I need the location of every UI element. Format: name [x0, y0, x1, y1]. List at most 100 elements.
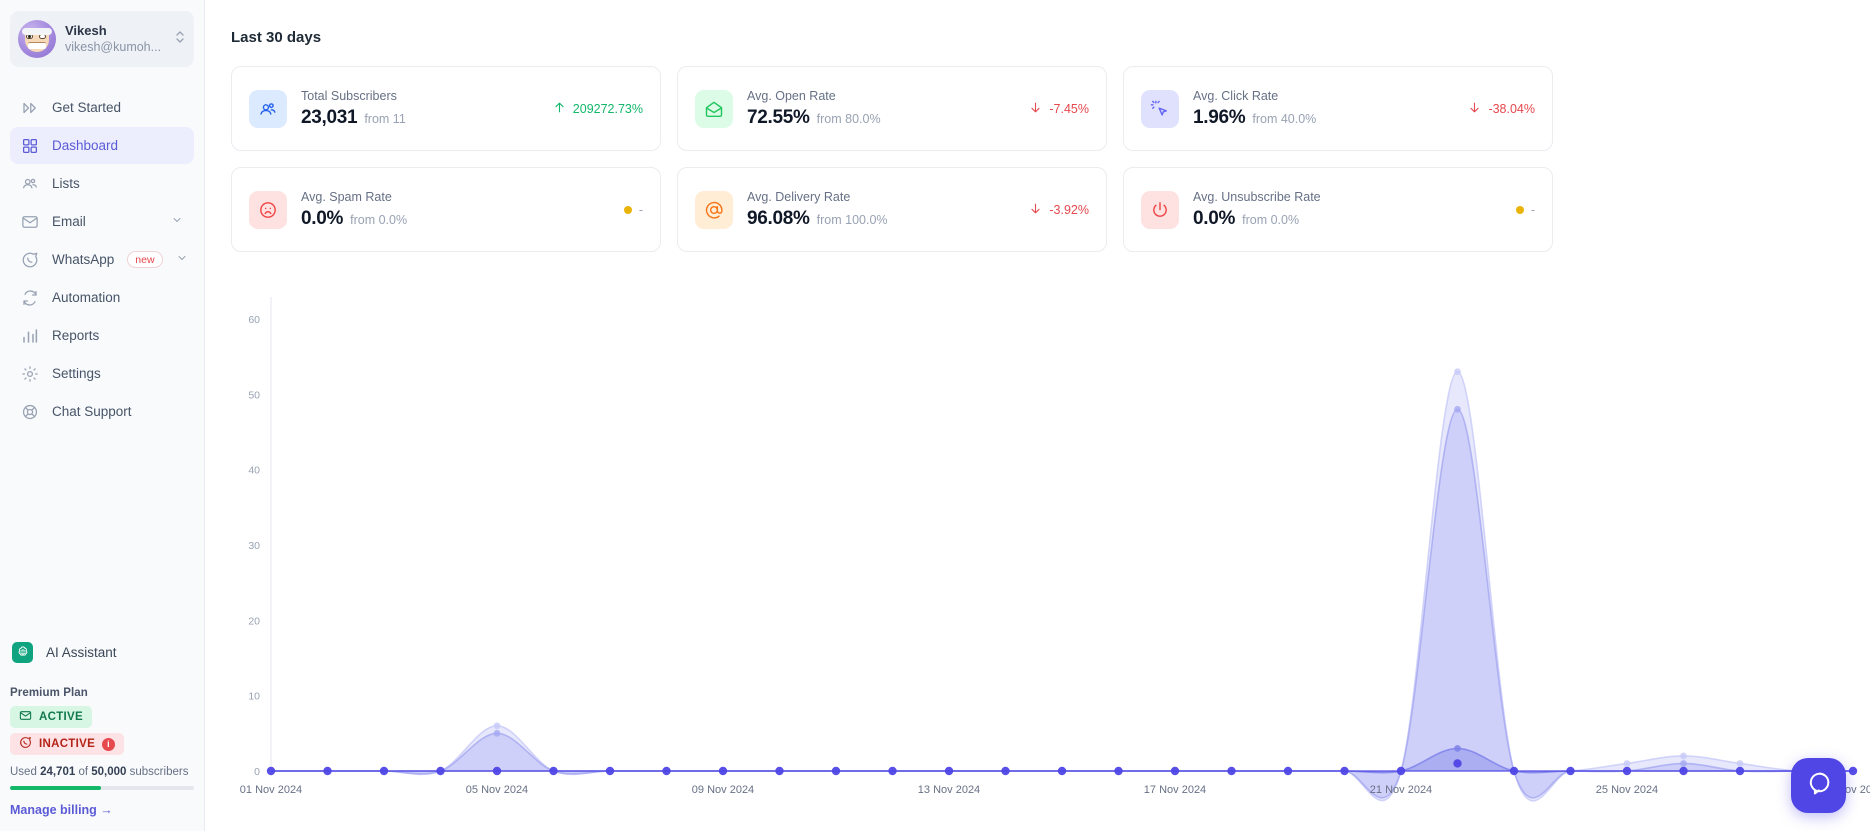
- stat-card-delta: 209272.73%: [553, 100, 643, 118]
- stat-card-delta: -3.92%: [1029, 201, 1089, 219]
- envelope-icon: [21, 213, 39, 231]
- user-profile-switcher[interactable]: Vikesh vikesh@kumoh...: [10, 11, 194, 67]
- chevron-down-icon[interactable]: [171, 214, 183, 229]
- profile-name: Vikesh: [65, 23, 107, 38]
- main-content: Last 30 days Total Subscribers 23,031 from…: [205, 0, 1870, 831]
- svg-text:17 Nov 2024: 17 Nov 2024: [1144, 784, 1206, 796]
- sidebar-item-settings[interactable]: Settings: [10, 355, 194, 392]
- chevron-up-down-icon: [174, 29, 186, 50]
- neutral-dot-icon: [1515, 205, 1524, 214]
- chat-support-button[interactable]: [1791, 758, 1846, 813]
- stat-cards-grid: Total Subscribers 23,031 from 11 209272.73%…: [205, 46, 1870, 252]
- stat-card-label: Avg. Open Rate: [747, 88, 836, 103]
- stat-card-delta-value: -7.45%: [1049, 101, 1089, 116]
- stat-card-value: 72.55%: [747, 106, 810, 128]
- manage-billing-link[interactable]: Manage billing →: [10, 803, 194, 817]
- bar-chart-icon: [21, 327, 39, 345]
- arrow-up-icon: [553, 100, 566, 118]
- chat-bubble-icon: [1805, 769, 1833, 802]
- sidebar-item-chat-support[interactable]: Chat Support: [10, 393, 194, 430]
- sidebar-item-label: Lists: [52, 176, 80, 191]
- stat-card-delta: -: [623, 203, 643, 217]
- status-badge-whatsapp: INACTIVE i: [10, 733, 194, 760]
- sidebar-item-dashboard[interactable]: Dashboard: [10, 127, 194, 164]
- sidebar-item-label: Email: [52, 214, 86, 229]
- sad-face-icon: [249, 190, 287, 229]
- svg-text:05 Nov 2024: 05 Nov 2024: [466, 784, 528, 796]
- stat-card-label: Avg. Click Rate: [1193, 88, 1279, 103]
- page-title: Last 30 days: [231, 29, 322, 46]
- usage-used: 24,701: [40, 766, 76, 778]
- sidebar-item-reports[interactable]: Reports: [10, 317, 194, 354]
- avatar: [18, 20, 56, 58]
- svg-text:01 Nov 2024: 01 Nov 2024: [240, 784, 302, 796]
- stat-card-label: Avg. Spam Rate: [301, 189, 392, 204]
- play-forward-icon: [21, 99, 39, 117]
- svg-text:09 Nov 2024: 09 Nov 2024: [692, 784, 754, 796]
- stat-card-avg-open-rate[interactable]: Avg. Open Rate 72.55% from 80.0% -7.45%: [677, 66, 1107, 151]
- svg-text:60: 60: [248, 314, 260, 326]
- stat-card-delta-value: -3.92%: [1049, 202, 1089, 217]
- sidebar-item-ai-assistant[interactable]: AI Assistant: [10, 635, 194, 669]
- chevron-down-icon[interactable]: [176, 252, 188, 267]
- stat-card-avg-unsubscribe-rate[interactable]: Avg. Unsubscribe Rate 0.0% from 0.0% -: [1123, 167, 1553, 252]
- lifebuoy-icon: [21, 403, 39, 421]
- sidebar-item-email[interactable]: Email: [10, 203, 194, 240]
- usage-progress-bar: [10, 786, 194, 790]
- badge-new: new: [127, 251, 163, 268]
- refresh-cycle-icon: [21, 289, 39, 307]
- ai-assistant-label: AI Assistant: [46, 644, 117, 660]
- stat-card-comparison: from 80.0%: [816, 111, 881, 126]
- arrow-down-icon: [1029, 100, 1042, 118]
- alert-icon: i: [102, 737, 116, 751]
- stat-card-delta-value: -38.04%: [1488, 101, 1535, 116]
- at-sign-icon: [695, 190, 733, 229]
- stat-card-avg-click-rate[interactable]: Avg. Click Rate 1.96% from 40.0% -38.04%: [1123, 66, 1553, 151]
- stat-card-label: Avg. Delivery Rate: [747, 189, 851, 204]
- gear-icon: [21, 365, 39, 383]
- people-group-icon: [21, 175, 39, 193]
- stat-card-comparison: from 11: [364, 111, 406, 126]
- profile-email: vikesh@kumoh...: [65, 40, 162, 54]
- stat-card-total-subscribers[interactable]: Total Subscribers 23,031 from 11 209272.73%: [231, 66, 661, 151]
- usage-suffix: subscribers: [129, 766, 189, 778]
- usage-total: 50,000: [91, 766, 127, 778]
- sidebar-item-label: Dashboard: [52, 138, 119, 153]
- stat-card-value: 1.96%: [1193, 106, 1246, 128]
- stat-card-comparison: from 100.0%: [816, 212, 888, 227]
- sidebar-item-lists[interactable]: Lists: [10, 165, 194, 202]
- stat-card-comparison: from 40.0%: [1252, 111, 1317, 126]
- svg-text:40: 40: [248, 465, 260, 477]
- sidebar: Vikesh vikesh@kumoh... Get Started Dashbo…: [0, 0, 205, 831]
- stat-card-value: 96.08%: [747, 207, 810, 229]
- sidebar-item-get-started[interactable]: Get Started: [10, 89, 194, 126]
- stat-card-comparison: from 0.0%: [1242, 212, 1300, 227]
- svg-text:21 Nov 2024: 21 Nov 2024: [1370, 784, 1432, 796]
- stat-card-delta: -: [1515, 202, 1535, 217]
- sidebar-item-automation[interactable]: Automation: [10, 279, 194, 316]
- plan-title: Premium Plan: [10, 687, 88, 699]
- stat-card-avg-spam-rate[interactable]: Avg. Spam Rate 0.0% from 0.0% -: [231, 167, 661, 252]
- email-status-label: ACTIVE: [39, 711, 83, 723]
- usage-prefix: Used: [10, 766, 37, 778]
- sidebar-item-label: WhatsApp: [52, 252, 115, 267]
- sidebar-item-label: Reports: [52, 328, 100, 343]
- sidebar-item-label: Settings: [52, 366, 101, 381]
- sidebar-item-whatsapp[interactable]: WhatsApp new: [10, 241, 194, 278]
- stat-card-value: 23,031: [301, 106, 358, 128]
- stat-card-label: Total Subscribers: [301, 88, 397, 103]
- sidebar-footer: AI Assistant Premium Plan ACTIVE INACTIV…: [0, 635, 204, 831]
- neutral-dot-icon: [623, 205, 632, 214]
- svg-text:10: 10: [248, 691, 260, 703]
- svg-text:13 Nov 2024: 13 Nov 2024: [918, 784, 980, 796]
- power-off-icon: [1141, 190, 1179, 229]
- stat-card-avg-delivery-rate[interactable]: Avg. Delivery Rate 96.08% from 100.0% -3.92…: [677, 167, 1107, 252]
- status-badge-email: ACTIVE: [10, 706, 194, 733]
- whatsapp-status-label: INACTIVE: [39, 738, 96, 750]
- stat-card-delta-value: -: [1530, 202, 1535, 217]
- usage-text: Used 24,701 of 50,000 subscribers: [10, 766, 194, 778]
- arrow-down-icon: [1029, 201, 1042, 219]
- envelope-icon: [19, 709, 32, 725]
- stat-card-delta: -7.45%: [1029, 100, 1089, 118]
- usage-mid: of: [78, 766, 89, 778]
